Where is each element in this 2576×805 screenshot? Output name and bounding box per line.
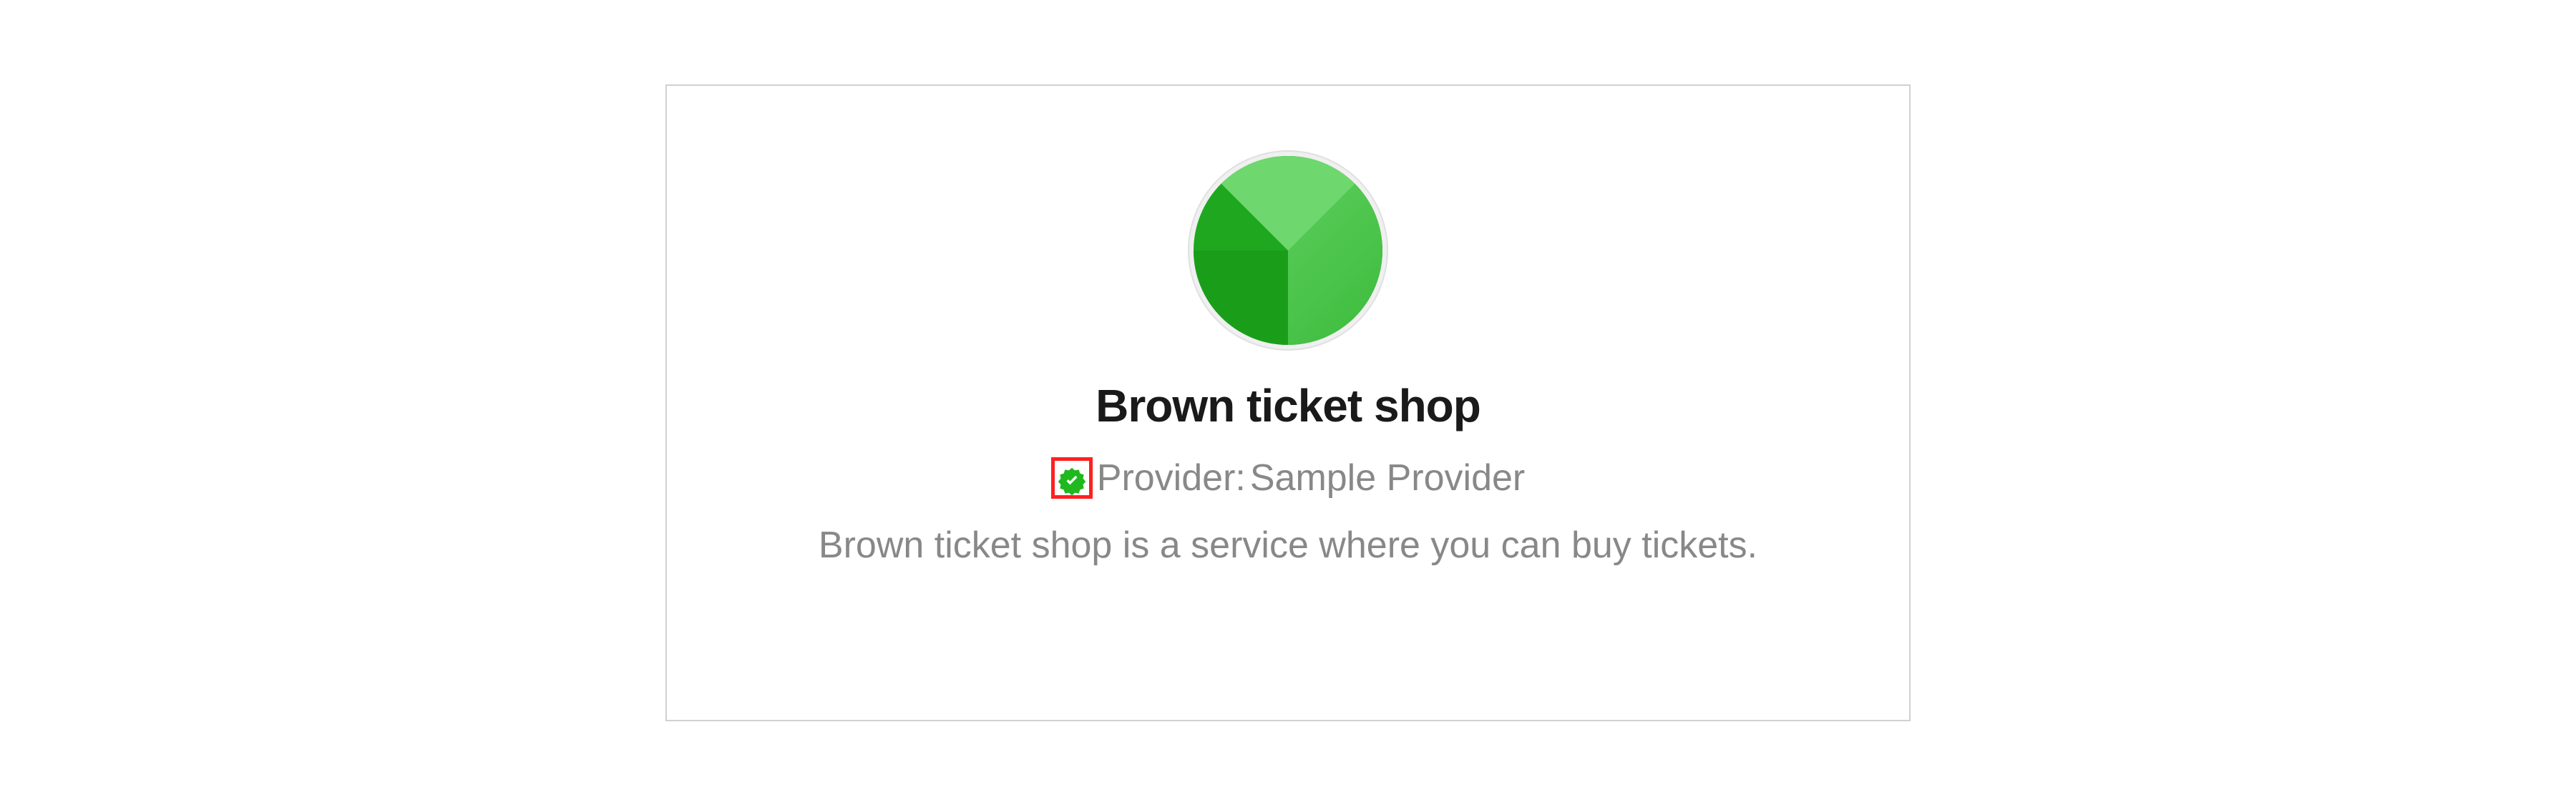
provider-label: Provider: bbox=[1097, 457, 1246, 499]
shop-logo bbox=[1188, 150, 1388, 351]
verified-badge-highlight bbox=[1051, 457, 1093, 499]
provider-name: Sample Provider bbox=[1250, 457, 1525, 499]
shop-description: Brown ticket shop is a service where you… bbox=[819, 524, 1757, 567]
circle-logo-icon bbox=[1194, 156, 1382, 345]
provider-info: Provider: Sample Provider bbox=[1051, 457, 1525, 499]
verified-badge-icon bbox=[1057, 463, 1087, 493]
shop-title: Brown ticket shop bbox=[1096, 379, 1480, 432]
shop-info-card: Brown ticket shop Provider: Sample Provi… bbox=[665, 84, 1911, 721]
